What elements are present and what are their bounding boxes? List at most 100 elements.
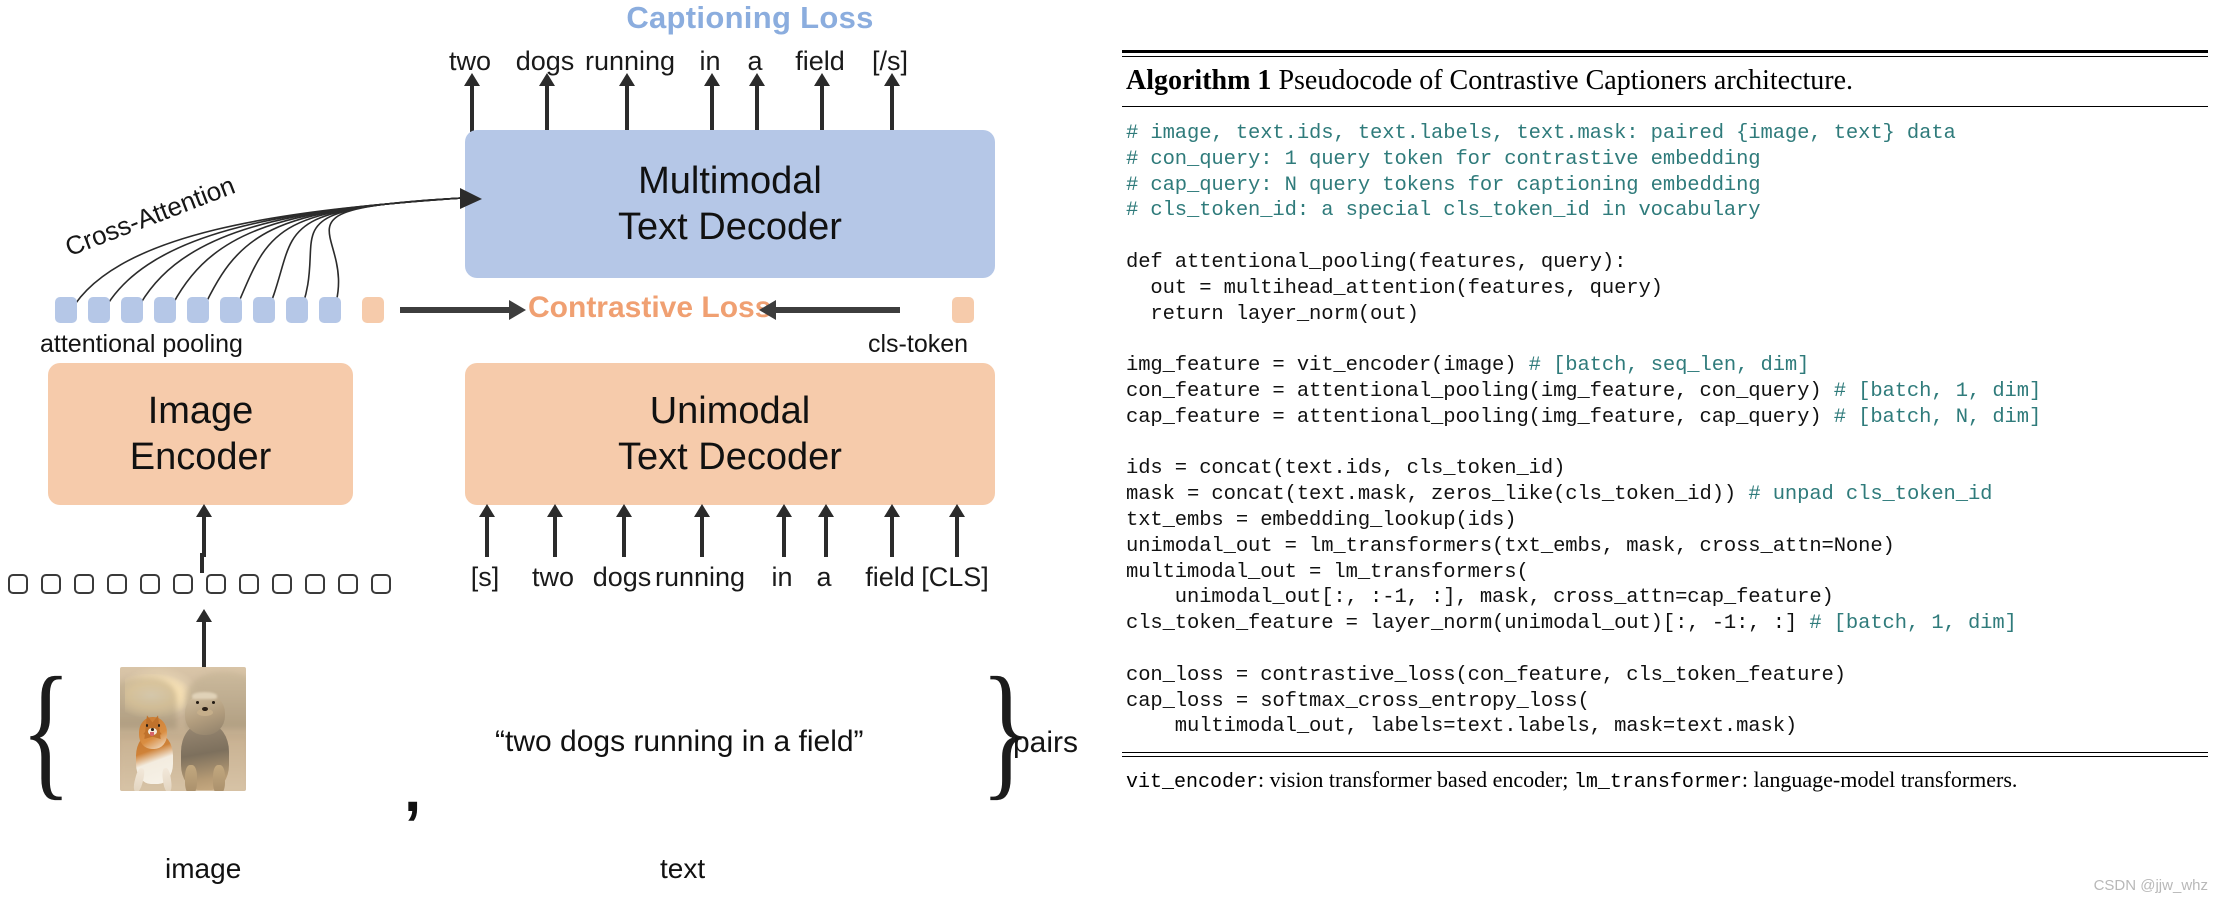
image-patch <box>41 574 61 594</box>
unimodal-decoder-line2: Text Decoder <box>618 436 842 478</box>
code-line: return layer_norm(out) <box>1126 302 2204 328</box>
code-line: con_feature = attentional_pooling(img_fe… <box>1126 379 2204 405</box>
multimodal-decoder-line1: Multimodal <box>638 159 822 202</box>
cls-token-label: cls-token <box>868 330 969 358</box>
attentional-pooling-token <box>286 297 308 323</box>
image-encoder-box: Image Encoder <box>48 363 353 505</box>
caption-text: “two dogs running in a field” <box>495 725 864 758</box>
code-line: unimodal_out = lm_transformers(txt_embs,… <box>1126 534 2204 560</box>
cls-token-square <box>952 297 974 323</box>
code-comment: # image, text.ids, text.labels, text.mas… <box>1126 122 1956 145</box>
code-line: txt_embs = embedding_lookup(ids) <box>1126 508 2204 534</box>
code-line: multimodal_out = lm_transformers( <box>1126 560 2204 586</box>
code-line: # image, text.ids, text.labels, text.mas… <box>1126 121 2204 147</box>
code-comment: # [batch, 1, dim] <box>1833 379 2042 403</box>
code-text: cls_token_feature = layer_norm(unimodal_… <box>1126 612 1810 636</box>
footnote-code: vit_encoder <box>1126 771 1259 795</box>
attentional-pooling-token <box>88 297 110 323</box>
attentional-pooling-token <box>121 297 143 323</box>
image-patch <box>140 574 160 594</box>
image-label: image <box>165 853 242 884</box>
image-patch <box>74 574 94 594</box>
code-text: img_feature = vit_encoder(image) <box>1126 354 1529 378</box>
code-line: cap_feature = attentional_pooling(img_fe… <box>1126 405 2204 431</box>
code-line: mask = concat(text.mask, zeros_like(cls_… <box>1126 482 2204 508</box>
unimodal-decoder-line1: Unimodal <box>649 389 811 432</box>
contrastive-loss-arrow-right <box>759 300 900 320</box>
attentional-pooling-label: attentional pooling <box>40 330 243 358</box>
multimodal-text-decoder-box: Multimodal Text Decoder <box>465 130 995 278</box>
code-text: con_loss = contrastive_loss(con_feature,… <box>1126 663 1846 687</box>
code-text: txt_embs = embedding_lookup(ids) <box>1126 508 1517 532</box>
image-patch <box>272 574 292 594</box>
pair-comma: , <box>404 756 422 825</box>
code-comment: # unpad cls_token_id <box>1748 483 1993 507</box>
code-text: out = multihead_attention(features, quer… <box>1126 276 1663 300</box>
input-token: [CLS] <box>921 562 989 592</box>
image-patch <box>305 574 325 594</box>
image-patch <box>107 574 127 594</box>
photo-terrier-dog <box>175 692 235 791</box>
text-label: text <box>660 853 706 884</box>
code-text: con_feature = attentional_pooling(img_fe… <box>1126 379 1834 403</box>
algorithm-number: Algorithm 1 <box>1126 65 1272 96</box>
code-text: multimodal_out, labels=text.labels, mask… <box>1126 715 1798 739</box>
image-patch <box>338 574 358 594</box>
code-text: multimodal_out = lm_transformers( <box>1126 560 1529 584</box>
input-token: running <box>655 562 746 592</box>
code-line: def attentional_pooling(features, query)… <box>1126 250 2204 276</box>
code-comment: # cls_token_id: a special cls_token_id i… <box>1126 199 1761 223</box>
code-line: out = multihead_attention(features, quer… <box>1126 276 2204 302</box>
code-text: mask = concat(text.mask, zeros_like(cls_… <box>1126 483 1749 507</box>
attentional-pooling-contrastive-token <box>362 297 384 323</box>
coca-architecture-diagram: Captioning Loss two dogs running in a field [/… <box>0 0 1100 902</box>
code-comment: # [batch, N, dim] <box>1833 405 2042 429</box>
photo-corgi-dog <box>132 712 178 791</box>
unimodal-text-decoder-box: Unimodal Text Decoder <box>465 363 995 505</box>
attentional-pooling-token <box>154 297 176 323</box>
contrastive-loss-arrow-left <box>400 300 526 320</box>
code-comment: # [batch, 1, dim] <box>1809 612 2017 636</box>
watermark: CSDN @jjw_whz <box>2093 877 2208 894</box>
code-text: cap_loss = softmax_cross_entropy_loss( <box>1126 689 1590 713</box>
attentional-pooling-token <box>55 297 77 323</box>
code-text: unimodal_out = lm_transformers(txt_embs,… <box>1126 534 1895 558</box>
code-line: ids = concat(text.ids, cls_token_id) <box>1126 456 2204 482</box>
attentional-pooling-token <box>187 297 209 323</box>
image-patch <box>173 574 193 594</box>
code-text: def attentional_pooling(features, query)… <box>1126 250 1627 274</box>
algorithm-box: Algorithm 1 Pseudocode of Contrastive Ca… <box>1122 50 2208 794</box>
footnote-code: lm_transformer <box>1573 771 1742 795</box>
pairs-label: pairs <box>1013 726 1079 759</box>
code-line: cls_token_feature = layer_norm(unimodal_… <box>1126 611 2204 637</box>
input-token: dogs <box>592 562 652 592</box>
image-encoder-arrow-shaft-lower <box>200 553 204 573</box>
code-line: multimodal_out, labels=text.labels, mask… <box>1126 714 2204 740</box>
image-encoder-line1: Image <box>147 389 254 432</box>
code-line: # cls_token_id: a special cls_token_id i… <box>1126 198 2204 224</box>
code-comment: # cap_query: N query tokens for captioni… <box>1126 173 1761 197</box>
algorithm-caption: Pseudocode of Contrastive Captioners arc… <box>1271 65 1854 96</box>
code-text: cap_feature = attentional_pooling(img_fe… <box>1126 405 1834 429</box>
code-text: return layer_norm(out) <box>1126 302 1419 326</box>
code-comment: # con_query: 1 query token for contrasti… <box>1126 147 1761 171</box>
code-line: unimodal_out[:, :-1, :], mask, cross_att… <box>1126 585 2204 611</box>
code-line: img_feature = vit_encoder(image) # [batc… <box>1126 353 2204 379</box>
code-line: # cap_query: N query tokens for captioni… <box>1126 173 2204 199</box>
multimodal-decoder-line2: Text Decoder <box>618 206 842 248</box>
image-patch <box>206 574 226 594</box>
attentional-pooling-token <box>220 297 242 323</box>
left-brace: { <box>20 647 72 813</box>
algorithm-title: Algorithm 1 Pseudocode of Contrastive Ca… <box>1122 57 2208 106</box>
image-encoder-line2: Encoder <box>129 436 272 478</box>
algorithm-pseudocode: # image, text.ids, text.labels, text.mas… <box>1122 107 2208 752</box>
attentional-pooling-token <box>253 297 275 323</box>
code-line: cap_loss = softmax_cross_entropy_loss( <box>1126 689 2204 715</box>
image-patch <box>8 574 28 594</box>
captioning-loss-label: Captioning Loss <box>626 0 874 35</box>
code-text: ids = concat(text.ids, cls_token_id) <box>1126 457 1566 481</box>
image-patch <box>371 574 391 594</box>
